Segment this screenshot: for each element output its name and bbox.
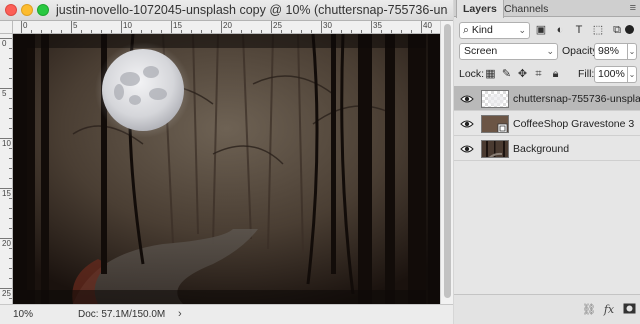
ruler-label: 20 [223, 21, 232, 30]
zoom-level[interactable]: 10% [13, 309, 33, 320]
document-window: justin-novello-1072045-unsplash copy @ 1… [0, 0, 453, 324]
document-title: justin-novello-1072045-unsplash copy @ 1… [56, 3, 448, 17]
chevron-down-icon: ⌄ [546, 46, 554, 56]
fill-label: Fill: [578, 68, 595, 80]
ruler-label: 20 [2, 239, 11, 248]
close-window-button[interactable] [5, 4, 17, 16]
ruler-label: 0 [2, 39, 7, 48]
ruler-label: 40 [423, 21, 432, 30]
ruler-major-tick [271, 21, 272, 33]
ruler-label: 10 [123, 21, 132, 30]
panel-tab-bar: Layers Channels ≡ [454, 0, 640, 18]
document-size-info[interactable]: Doc: 57.1M/150.0M [78, 309, 165, 320]
lock-all-icon[interactable]: 🔒︎ [549, 67, 562, 81]
layer-thumbnail [481, 115, 509, 133]
fill-dropdown-icon[interactable]: ⌄ [627, 66, 637, 83]
ruler-label: 15 [173, 21, 182, 30]
filter-toggle-icon[interactable] [625, 25, 634, 34]
ruler-major-tick [21, 21, 22, 33]
blend-row: Screen ⌄ Opacity: 98% ⌄ [454, 43, 640, 63]
opacity-dropdown-icon[interactable]: ⌄ [627, 43, 637, 60]
status-menu-arrow-icon[interactable]: › [178, 308, 182, 320]
ruler-major-tick [371, 21, 372, 33]
adjustment-filter-icon[interactable]: ◐ [553, 22, 567, 38]
layer-name[interactable]: Background [513, 143, 569, 155]
horizontal-scrollbar[interactable] [196, 308, 440, 320]
lock-row: Lock: ▦ ✎ ✥ ⌗ 🔒︎ Fill: 100% ⌄ [454, 65, 640, 85]
ruler-major-tick [321, 21, 322, 33]
minimize-window-button[interactable] [21, 4, 33, 16]
ruler-label: 35 [373, 21, 382, 30]
layer-mask-icon[interactable] [622, 303, 636, 317]
blend-mode-select[interactable]: Screen ⌄ [459, 43, 558, 60]
ruler-major-tick [421, 21, 422, 33]
ruler-label: 5 [73, 21, 78, 30]
tab-layers[interactable]: Layers [456, 0, 504, 18]
shape-filter-icon[interactable]: ⬚ [591, 22, 605, 38]
ruler-label: 5 [2, 89, 7, 98]
ruler-major-tick [171, 21, 172, 33]
layer-thumbnail [481, 140, 509, 158]
ruler-label: 25 [273, 21, 282, 30]
ruler-major-tick [121, 21, 122, 33]
chevron-down-icon: ⌄ [518, 25, 526, 35]
vertical-scroll-thumb[interactable] [444, 24, 451, 298]
document-canvas[interactable] [13, 34, 440, 304]
layer-thumbnail [481, 90, 509, 108]
filter-kind-select[interactable]: ⌕ Kind ⌄ [459, 22, 530, 39]
ruler-label: 30 [323, 21, 332, 30]
layers-panel: Layers Channels ≡ ⌕ Kind ⌄ ▣ ◐ T ⬚ ⧉ Scr… [454, 0, 640, 324]
maximize-window-button[interactable] [37, 4, 49, 16]
horizontal-ruler[interactable]: 0 5 10 15 20 25 30 35 40 [13, 21, 440, 34]
layer-row[interactable]: Background [454, 137, 640, 161]
layers-list: chuttersnap-755736-unsplash CoffeeShop G… [454, 86, 640, 294]
type-filter-icon[interactable]: T [572, 22, 586, 38]
filter-kind-label: Kind [471, 24, 493, 36]
layer-name[interactable]: chuttersnap-755736-unsplash [513, 93, 640, 105]
ruler-label: 15 [2, 189, 11, 198]
layer-row[interactable]: chuttersnap-755736-unsplash [454, 87, 640, 111]
status-bar: 10% Doc: 57.1M/150.0M › [0, 304, 453, 324]
layer-filter-row: ⌕ Kind ⌄ ▣ ◐ T ⬚ ⧉ [454, 21, 640, 41]
search-icon: ⌕ [463, 24, 469, 36]
lock-transparency-icon[interactable]: ▦ [484, 67, 497, 81]
image-filter-icon[interactable]: ▣ [534, 22, 548, 38]
link-layers-icon[interactable]: ⛓ [582, 303, 596, 317]
lock-position-icon[interactable]: ✥ [516, 67, 529, 81]
layers-panel-footer: ⛓ fx [454, 294, 640, 324]
visibility-eye-icon[interactable] [460, 92, 474, 106]
title-bar[interactable]: justin-novello-1072045-unsplash copy @ 1… [0, 0, 453, 21]
ruler-label: 0 [23, 21, 28, 30]
ruler-origin[interactable] [0, 21, 13, 34]
panel-menu-icon[interactable]: ≡ [630, 2, 636, 14]
layer-row[interactable]: CoffeeShop Gravestone 3 [454, 112, 640, 136]
lock-artboard-icon[interactable]: ⌗ [532, 67, 545, 81]
lock-pixels-icon[interactable]: ✎ [500, 67, 513, 81]
ruler-major-tick [221, 21, 222, 33]
visibility-eye-icon[interactable] [460, 117, 474, 131]
fx-icon[interactable]: fx [602, 303, 616, 317]
lock-label: Lock: [459, 68, 485, 80]
forest-moon-image [13, 34, 440, 304]
layer-name[interactable]: CoffeeShop Gravestone 3 [513, 118, 634, 130]
vertical-ruler[interactable]: 0 5 10 15 20 25 [0, 34, 13, 304]
ruler-label: 25 [2, 289, 11, 298]
blend-mode-value: Screen [464, 45, 498, 57]
ruler-major-tick [71, 21, 72, 33]
smart-object-filter-icon[interactable]: ⧉ [610, 22, 624, 38]
visibility-eye-icon[interactable] [460, 142, 474, 156]
fill-field[interactable]: 100% [594, 66, 628, 83]
vertical-scrollbar[interactable] [440, 21, 453, 304]
opacity-field[interactable]: 98% [594, 43, 628, 60]
tab-channels[interactable]: Channels [498, 0, 554, 17]
ruler-label: 10 [2, 139, 11, 148]
